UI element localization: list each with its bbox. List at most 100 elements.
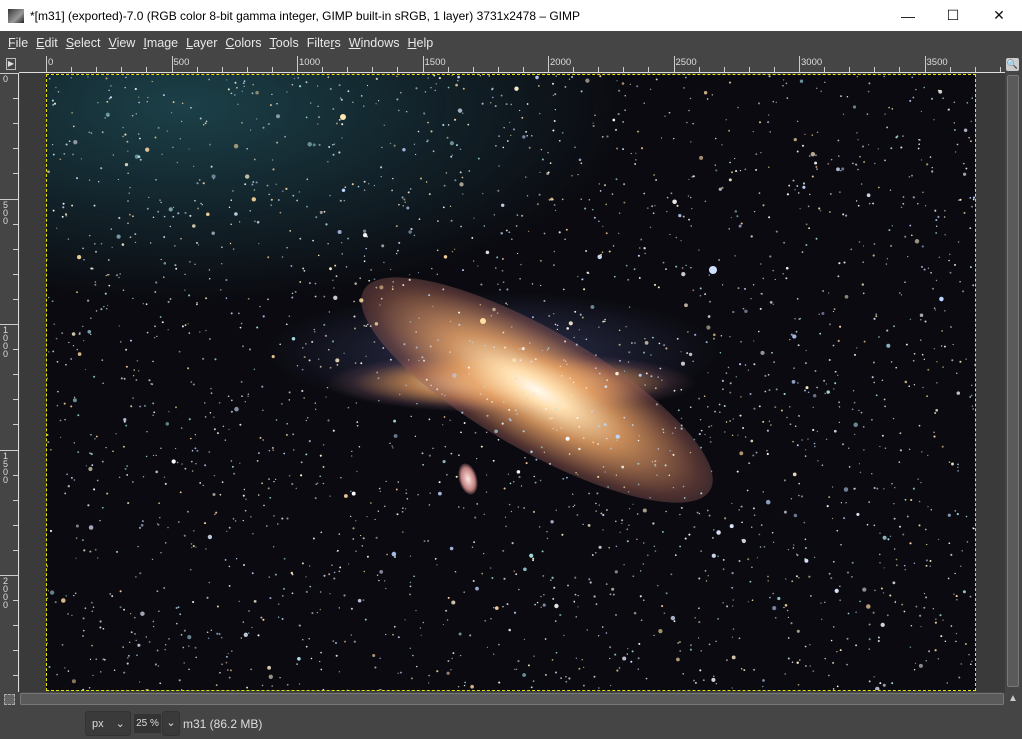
star — [718, 403, 721, 406]
star — [71, 111, 74, 114]
star — [698, 621, 701, 624]
star — [281, 617, 284, 620]
horizontal-scrollbar[interactable] — [20, 692, 1006, 706]
star — [595, 502, 597, 505]
star — [138, 101, 140, 104]
star — [160, 447, 162, 450]
star — [194, 646, 197, 649]
zoom-dropdown[interactable]: ⌄ — [162, 711, 180, 736]
star — [598, 372, 601, 375]
star — [639, 595, 642, 598]
star — [291, 296, 294, 299]
vertical-scrollbar[interactable] — [1006, 73, 1020, 692]
minimize-button[interactable]: — — [885, 0, 931, 31]
star — [319, 660, 321, 663]
horizontal-ruler[interactable]: 0 500 1000 1500 2000 2500 3000 3500 — [19, 56, 1005, 73]
star — [120, 341, 122, 343]
maximize-button[interactable]: ☐ — [930, 0, 976, 31]
star — [408, 230, 412, 234]
star — [89, 658, 92, 661]
star — [643, 542, 645, 544]
menu-view[interactable]: View — [104, 36, 139, 50]
star — [281, 256, 284, 258]
star — [741, 539, 743, 541]
menu-select[interactable]: Select — [62, 36, 105, 50]
star — [564, 340, 567, 343]
star — [606, 437, 608, 440]
star — [839, 585, 841, 587]
star — [761, 293, 763, 295]
star — [179, 491, 182, 494]
star — [657, 286, 660, 289]
star — [401, 196, 404, 199]
star — [590, 305, 595, 309]
star — [355, 520, 357, 522]
star — [939, 296, 944, 302]
star — [386, 553, 388, 556]
menu-help[interactable]: Help — [403, 36, 437, 50]
star — [75, 557, 77, 559]
zoom-input[interactable]: 25 % — [134, 714, 161, 733]
star — [158, 610, 160, 613]
menu-colors[interactable]: Colors — [221, 36, 265, 50]
zoom-to-fit-icon[interactable]: 🔍 — [1006, 58, 1019, 71]
star — [601, 135, 604, 138]
ruler-tick — [13, 650, 18, 652]
star — [409, 647, 411, 649]
star — [796, 629, 800, 633]
star — [447, 660, 450, 662]
star — [452, 373, 457, 378]
star — [828, 211, 831, 213]
star — [645, 372, 648, 375]
vertical-ruler[interactable]: 05 0 01 0 0 01 5 0 02 0 0 0 — [0, 73, 19, 692]
star — [445, 172, 448, 174]
menu-layer[interactable]: Layer — [182, 36, 221, 50]
star — [858, 241, 861, 243]
star — [409, 593, 411, 596]
ruler-tick — [13, 499, 18, 501]
ruler-menu-button[interactable]: ▶ — [6, 58, 16, 70]
quick-mask-toggle[interactable] — [4, 694, 15, 705]
star — [868, 623, 871, 626]
star — [213, 474, 216, 477]
vertical-scroll-thumb[interactable] — [1007, 75, 1019, 687]
star — [333, 295, 338, 300]
star — [329, 366, 332, 369]
menu-file[interactable]: File — [4, 36, 32, 50]
image-canvas[interactable] — [46, 74, 976, 691]
menu-image[interactable]: Image — [139, 36, 182, 50]
star — [512, 128, 516, 131]
menu-filters[interactable]: Filters — [303, 36, 345, 50]
navigate-icon[interactable]: ▲ — [1008, 693, 1020, 705]
star — [365, 355, 367, 358]
star — [535, 458, 538, 461]
star — [900, 294, 903, 296]
star — [714, 410, 716, 413]
unit-value: px — [92, 717, 104, 730]
star — [546, 349, 549, 351]
menu-edit[interactable]: Edit — [32, 36, 62, 50]
star — [261, 482, 264, 485]
star — [654, 460, 657, 463]
star — [404, 619, 406, 621]
star — [785, 82, 788, 85]
star — [855, 200, 858, 202]
unit-select[interactable]: px ⌄ — [85, 711, 131, 736]
horizontal-scroll-thumb[interactable] — [20, 693, 1004, 705]
star — [833, 388, 835, 390]
canvas-area[interactable] — [20, 73, 1005, 692]
star — [758, 121, 762, 124]
star — [753, 514, 756, 517]
ruler-tick — [13, 549, 18, 551]
star — [688, 178, 690, 181]
menu-tools[interactable]: Tools — [266, 36, 303, 50]
star — [522, 391, 524, 393]
star — [568, 506, 570, 508]
star — [471, 236, 474, 239]
star — [707, 372, 709, 374]
star — [627, 361, 630, 363]
menu-windows[interactable]: Windows — [345, 36, 404, 50]
close-button[interactable]: ✕ — [976, 0, 1022, 31]
star — [783, 241, 786, 244]
star — [798, 494, 800, 497]
